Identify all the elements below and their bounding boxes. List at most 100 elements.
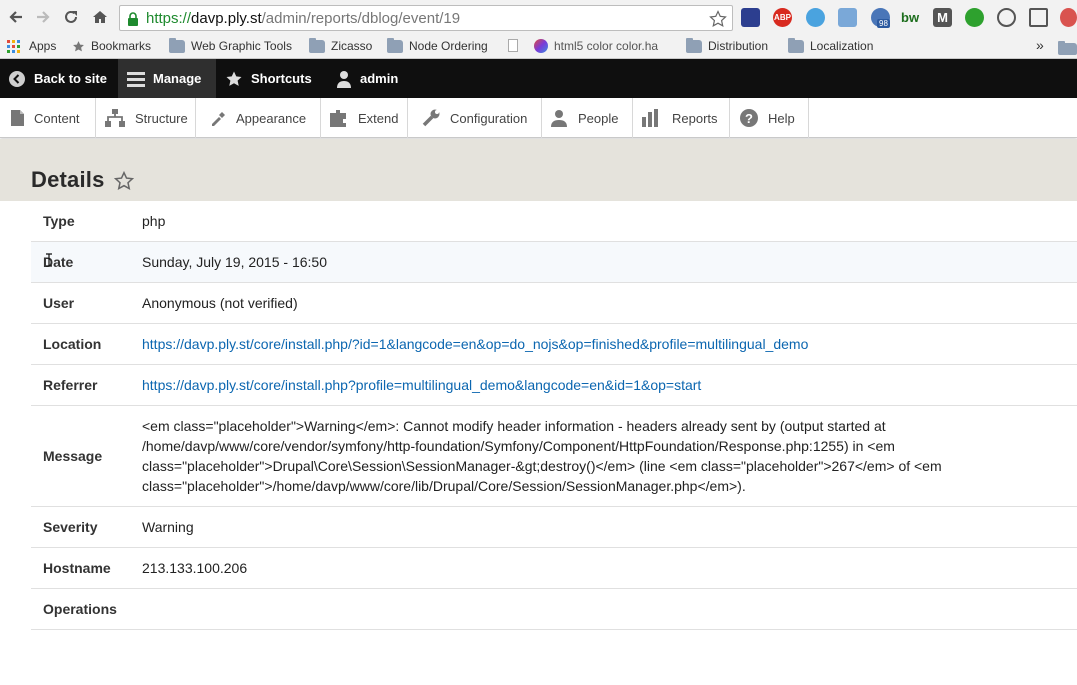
tray-item-reports[interactable]: Reports (633, 98, 730, 138)
back-arrow-icon[interactable] (7, 8, 25, 26)
extension-person-icon[interactable]: 98 (871, 8, 890, 28)
tray-item-people[interactable]: People (542, 98, 633, 138)
color-wheel-icon (534, 39, 548, 53)
details-table: Type php Date Sunday, July 19, 2015 - 16… (31, 201, 1077, 630)
browser-toolbar: https://davp.ply.st/admin/reports/dblog/… (0, 0, 1077, 36)
table-row: Type php (31, 201, 1077, 242)
bookmark-node-ordering[interactable]: Node Ordering (387, 37, 488, 53)
user-tab[interactable]: admin (336, 59, 398, 98)
text-cursor-icon (45, 253, 53, 267)
extend-icon (330, 109, 358, 127)
tray-item-configuration[interactable]: Configuration (408, 98, 542, 138)
row-label-operations: Operations (43, 601, 117, 617)
configuration-icon (422, 109, 450, 127)
forward-arrow-icon[interactable] (34, 8, 52, 26)
user-icon (336, 70, 360, 88)
bookmark-apps[interactable]: Apps (7, 39, 56, 53)
extension-window-icon[interactable] (838, 8, 857, 27)
row-value-location: https://davp.ply.st/core/install.php/?id… (142, 324, 1077, 364)
bookmark-html5-color[interactable]: html5 color color.ha (534, 39, 658, 53)
row-label-severity: Severity (43, 519, 98, 535)
row-value-hostname: 213.133.100.206 (142, 560, 248, 576)
bookmark-web-graphic-tools[interactable]: Web Graphic Tools (169, 37, 292, 53)
table-row: Referrer https://davp.ply.st/core/instal… (31, 365, 1077, 406)
row-value-message: <em class="placeholder">Warning</em>: Ca… (142, 418, 942, 494)
bookmark-blank-page[interactable] (508, 39, 524, 52)
tray-item-appearance[interactable]: Appearance (196, 98, 321, 138)
bookmark-localization[interactable]: Localization (788, 37, 873, 53)
folder-icon (387, 37, 403, 53)
star-icon (225, 70, 251, 88)
admin-tray: Content Structure Appearance Extend Conf… (0, 98, 1077, 138)
row-label-type: Type (43, 213, 75, 229)
bookmark-distribution[interactable]: Distribution (686, 37, 768, 53)
table-row: Date Sunday, July 19, 2015 - 16:50 (31, 242, 1077, 283)
tray-item-help[interactable]: ? Help (730, 98, 809, 138)
row-label-user: User (43, 295, 75, 311)
extension-pin-icon[interactable] (806, 8, 825, 27)
extension-badge: 98 (877, 19, 890, 28)
people-icon (550, 109, 578, 127)
more-bookmarks-chevron-icon[interactable]: » (1036, 37, 1044, 53)
extension-m-icon[interactable]: M (933, 8, 952, 27)
tray-item-extend[interactable]: Extend (321, 98, 408, 138)
folder-icon (169, 37, 185, 53)
back-circle-icon (8, 70, 34, 88)
page-title: Details (31, 167, 105, 192)
manage-tab[interactable]: Manage (118, 59, 216, 98)
table-row: Location https://davp.ply.st/core/instal… (31, 324, 1077, 365)
extension-chart-icon[interactable] (741, 8, 760, 27)
star-icon (72, 40, 85, 53)
help-icon: ? (740, 109, 768, 127)
extension-red-icon[interactable] (1060, 8, 1077, 27)
table-row: Severity Warning (31, 507, 1077, 548)
table-row: Message <em class="placeholder">Warning<… (31, 406, 1077, 507)
referrer-link[interactable]: https://davp.ply.st/core/install.php?pro… (142, 375, 701, 395)
reports-icon (642, 109, 672, 127)
bookmark-bookmarks[interactable]: Bookmarks (72, 39, 151, 53)
admin-toolbar: Back to site Manage Shortcuts admin (0, 59, 1077, 98)
folder-icon (686, 37, 702, 53)
row-label-hostname: Hostname (43, 560, 111, 576)
row-value-severity: Warning (142, 519, 194, 535)
row-value-type: php (142, 213, 166, 229)
bookmark-star-icon[interactable] (709, 10, 727, 28)
extension-hangouts-icon[interactable] (965, 8, 984, 27)
home-icon[interactable] (91, 8, 109, 26)
apps-grid-icon (7, 39, 23, 53)
location-link[interactable]: https://davp.ply.st/core/install.php/?id… (142, 334, 808, 354)
reload-icon[interactable] (62, 8, 80, 26)
folder-icon[interactable] (1058, 41, 1077, 55)
shortcuts-tab[interactable]: Shortcuts (225, 59, 312, 98)
appearance-icon (210, 110, 236, 126)
row-value-user: Anonymous (not verified) (142, 295, 298, 311)
url-text: https://davp.ply.st/admin/reports/dblog/… (146, 10, 461, 27)
row-value-date: Sunday, July 19, 2015 - 16:50 (142, 254, 327, 270)
adblock-icon[interactable]: ABP (773, 8, 792, 27)
table-row: Hostname 213.133.100.206 (31, 548, 1077, 589)
structure-icon (105, 109, 135, 127)
bookmark-zicasso[interactable]: Zicasso (309, 37, 372, 53)
extension-info-icon[interactable] (997, 8, 1016, 27)
main-content: Details Type php Date Sunday, July 19, 2… (0, 139, 1077, 685)
folder-icon (309, 37, 325, 53)
row-value-operations (142, 589, 1077, 629)
hamburger-icon (127, 71, 153, 87)
address-bar[interactable]: https://davp.ply.st/admin/reports/dblog/… (119, 5, 733, 31)
row-label-referrer: Referrer (43, 377, 98, 393)
tray-item-structure[interactable]: Structure (96, 98, 196, 138)
add-shortcut-star-icon[interactable] (114, 171, 134, 191)
browser-chrome: https://davp.ply.st/admin/reports/dblog/… (0, 0, 1077, 59)
table-row: Operations (31, 589, 1077, 630)
content-icon (11, 110, 34, 126)
cast-icon[interactable] (1029, 8, 1048, 27)
extension-bw-icon[interactable]: bw (901, 8, 920, 27)
row-value-referrer: https://davp.ply.st/core/install.php?pro… (142, 365, 1077, 405)
tray-item-content[interactable]: Content (0, 98, 96, 138)
page-icon (508, 39, 518, 52)
bookmarks-bar: Apps Bookmarks Web Graphic Tools Zicasso… (0, 36, 1077, 58)
lock-icon (127, 12, 139, 26)
folder-icon (788, 37, 804, 53)
back-to-site-link[interactable]: Back to site (8, 59, 120, 98)
svg-text:?: ? (745, 111, 753, 126)
